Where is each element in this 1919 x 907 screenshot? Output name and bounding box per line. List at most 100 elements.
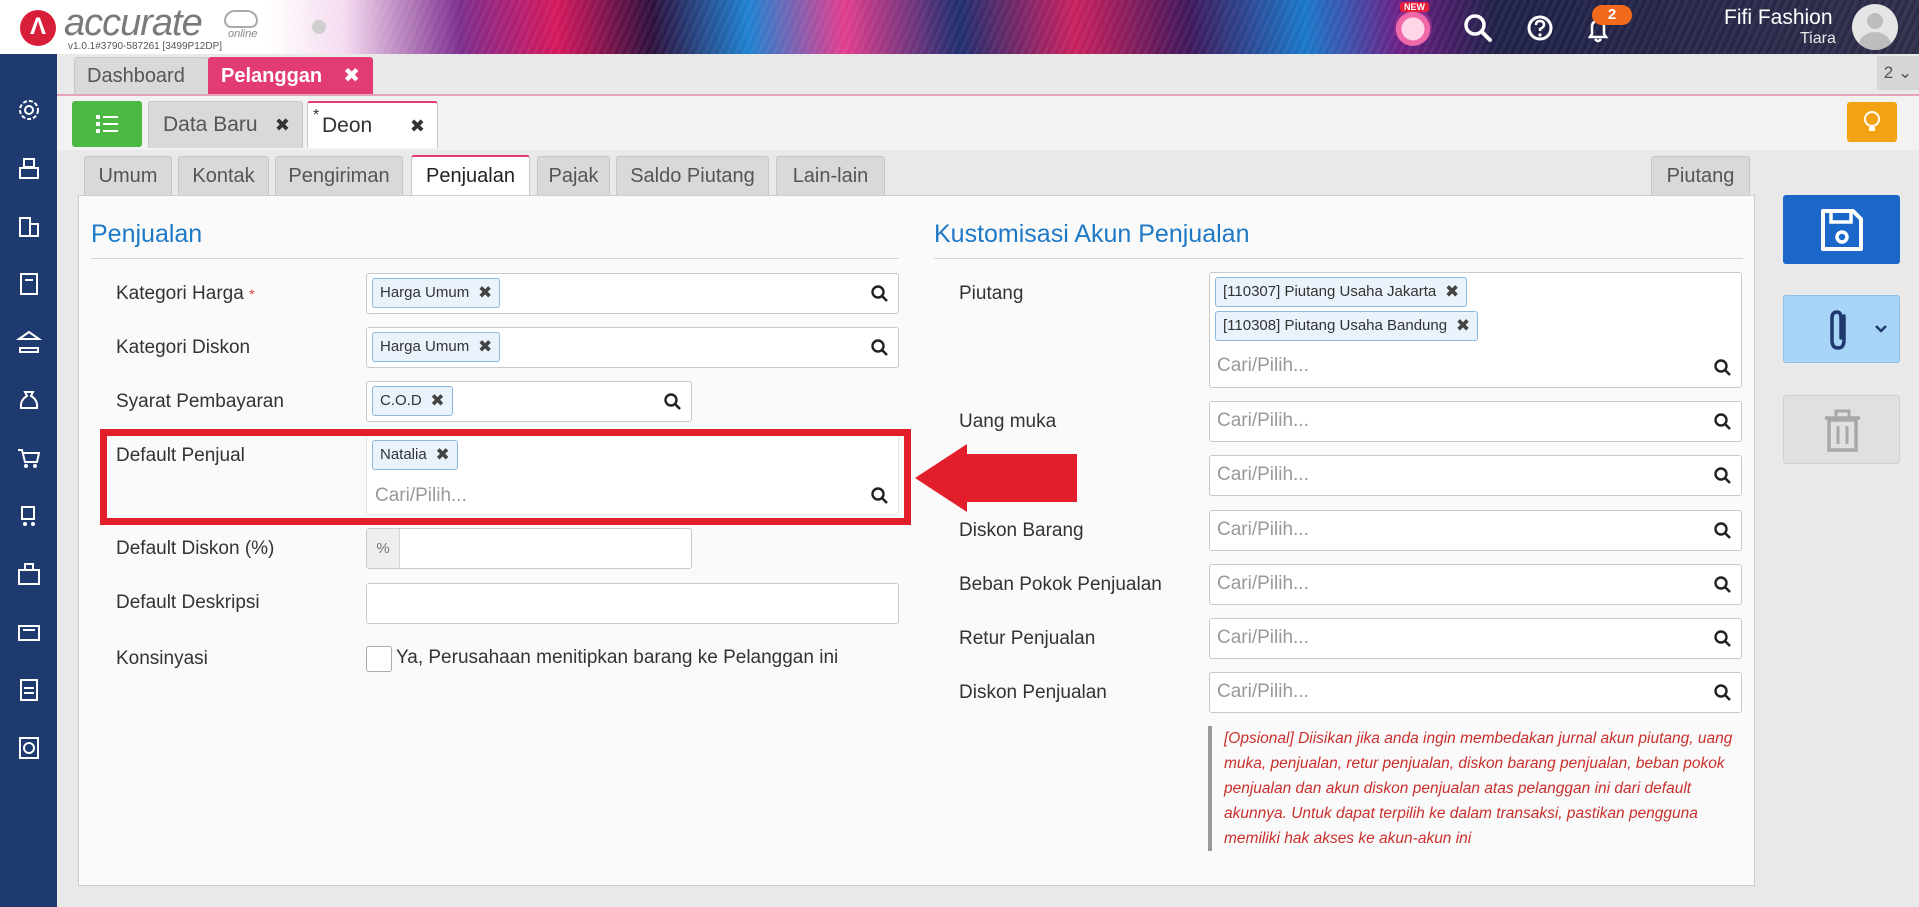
tab-kontak[interactable]: Kontak — [178, 156, 269, 196]
label-syarat-pembayaran: Syarat Pembayaran — [116, 391, 284, 412]
search-icon[interactable] — [1713, 466, 1733, 486]
penjualan-account-field[interactable]: Cari/Pilih... — [1209, 455, 1742, 496]
retur-penjualan-field[interactable]: Cari/Pilih... — [1209, 618, 1742, 659]
lightbulb-icon — [1864, 111, 1880, 131]
chip-harga-umum: Harga Umum ✖ — [372, 332, 501, 362]
diskon-penjualan-field[interactable]: Cari/Pilih... — [1209, 672, 1742, 713]
search-icon[interactable] — [663, 392, 683, 412]
search-icon[interactable] — [1458, 8, 1498, 48]
section-title-penjualan: Penjualan — [91, 220, 203, 248]
label-retur-penjualan: Retur Penjualan — [959, 628, 1096, 649]
search-icon[interactable] — [1713, 629, 1733, 649]
diskon-barang-field[interactable]: Cari/Pilih... — [1209, 510, 1742, 551]
remove-chip-icon[interactable]: ✖ — [430, 387, 444, 415]
chip-piutang-bandung: [110308] Piutang Usaha Bandung ✖ — [1215, 311, 1479, 341]
report-chart-icon[interactable] — [15, 734, 43, 762]
tab-dashboard[interactable]: Dashboard — [74, 57, 209, 94]
section-divider — [934, 258, 1743, 259]
accurate-logo[interactable]: Λ accurate online v1.0.1#3790-587261 [34… — [18, 2, 278, 52]
konsinyasi-checkbox[interactable] — [366, 646, 392, 672]
label-default-diskon: Default Diskon (%) — [116, 538, 275, 559]
notification-badge: 2 — [1592, 5, 1632, 25]
tab-saldo-piutang[interactable]: Saldo Piutang — [616, 156, 769, 196]
search-icon[interactable] — [1713, 358, 1733, 378]
user-avatar[interactable] — [1852, 4, 1898, 50]
tab-umum[interactable]: Umum — [84, 156, 172, 196]
tab-penjualan[interactable]: Penjualan — [411, 155, 530, 197]
money-bag-icon[interactable] — [15, 386, 43, 414]
brand-name: accurate — [64, 2, 203, 44]
list-view-button[interactable] — [72, 101, 142, 147]
whats-new-icon[interactable] — [1394, 8, 1432, 46]
highlight-box — [100, 429, 911, 525]
search-icon[interactable] — [1713, 521, 1733, 541]
label-beban-pokok: Beban Pokok Penjualan — [959, 574, 1162, 595]
diskon-barang-placeholder: Cari/Pilih... — [1217, 519, 1309, 540]
tab-pelanggan[interactable]: Pelanggan ✖ — [208, 57, 373, 94]
search-icon[interactable] — [870, 338, 890, 358]
close-icon[interactable]: ✖ — [275, 102, 290, 148]
brand-sub: online — [228, 28, 258, 40]
remove-chip-icon[interactable]: ✖ — [1445, 278, 1459, 306]
remove-chip-icon[interactable]: ✖ — [478, 279, 492, 307]
tax-icon[interactable] — [15, 676, 43, 704]
beban-pokok-placeholder: Cari/Pilih... — [1217, 573, 1309, 594]
tab-pengiriman[interactable]: Pengiriman — [275, 156, 403, 196]
beban-pokok-field[interactable]: Cari/Pilih... — [1209, 564, 1742, 605]
diskon-penjualan-placeholder: Cari/Pilih... — [1217, 681, 1309, 702]
close-icon[interactable]: ✖ — [410, 103, 425, 149]
optional-note: [Opsional] Diisikan jika anda ingin memb… — [1208, 726, 1744, 851]
sales-cart-icon[interactable] — [15, 502, 43, 530]
user-role: Tiara — [1800, 30, 1836, 47]
tab-pajak[interactable]: Pajak — [537, 156, 610, 196]
default-diskon-field[interactable]: % — [366, 528, 692, 569]
search-icon[interactable] — [1713, 683, 1733, 703]
help-icon[interactable] — [1520, 8, 1560, 48]
trash-icon — [1825, 409, 1860, 452]
search-icon[interactable] — [1713, 412, 1733, 432]
label-piutang: Piutang — [959, 283, 1024, 304]
shopping-cart-icon[interactable] — [15, 444, 43, 472]
accurate-logo-icon: Λ — [20, 10, 56, 46]
tab-deon[interactable]: * Deon ✖ — [307, 101, 438, 148]
tips-button[interactable] — [1847, 102, 1897, 142]
uang-muka-field[interactable]: Cari/Pilih... — [1209, 401, 1742, 442]
label-kategori-diskon: Kategori Diskon — [116, 337, 251, 358]
label-diskon-barang: Diskon Barang — [959, 520, 1084, 541]
factory-icon[interactable] — [15, 618, 43, 646]
warehouse-icon[interactable] — [15, 560, 43, 588]
syarat-pembayaran-field[interactable]: C.O.D ✖ — [366, 381, 692, 422]
close-icon[interactable]: ✖ — [343, 58, 360, 94]
default-deskripsi-field[interactable] — [366, 583, 899, 624]
bank-icon[interactable] — [15, 328, 43, 356]
required-mark: * — [249, 286, 255, 302]
kategori-harga-field[interactable]: Harga Umum ✖ — [366, 273, 899, 314]
search-icon[interactable] — [870, 284, 890, 304]
kategori-diskon-field[interactable]: Harga Umum ✖ — [366, 327, 899, 368]
remove-chip-icon[interactable]: ✖ — [1456, 312, 1470, 340]
building-icon[interactable] — [15, 212, 43, 240]
chip-piutang-jakarta: [110307] Piutang Usaha Jakarta ✖ — [1215, 277, 1468, 307]
label-uang-muka: Uang muka — [959, 411, 1057, 432]
tab-data-baru[interactable]: Data Baru ✖ — [148, 101, 303, 148]
tab-lain-lain[interactable]: Lain-lain — [776, 156, 885, 196]
attachment-button[interactable] — [1783, 295, 1900, 363]
module-tab-bar: Dashboard Pelanggan ✖ 2 ⌄ — [57, 54, 1919, 96]
piutang-field[interactable]: [110307] Piutang Usaha Jakarta ✖ [110308]… — [1209, 272, 1742, 388]
save-button[interactable] — [1783, 195, 1900, 264]
tab-count-dropdown[interactable]: 2 ⌄ — [1877, 56, 1919, 90]
delete-button[interactable] — [1783, 395, 1900, 464]
konsinyasi-text: Ya, Perusahaan menitipkan barang ke Pela… — [396, 647, 839, 668]
search-icon[interactable] — [1713, 575, 1733, 595]
tab-deon-label: Deon — [322, 114, 373, 137]
ledger-book-icon[interactable] — [15, 270, 43, 298]
save-icon — [1821, 209, 1863, 251]
tab-piutang[interactable]: Piutang — [1651, 156, 1750, 196]
cashier-icon[interactable] — [15, 154, 43, 182]
paperclip-icon — [1830, 310, 1887, 350]
gear-icon[interactable] — [15, 96, 43, 124]
section-divider — [91, 258, 899, 259]
tab-dashboard-label: Dashboard — [87, 65, 185, 87]
remove-chip-icon[interactable]: ✖ — [478, 333, 492, 361]
user-company-name[interactable]: Fifi Fashion — [1724, 6, 1833, 30]
